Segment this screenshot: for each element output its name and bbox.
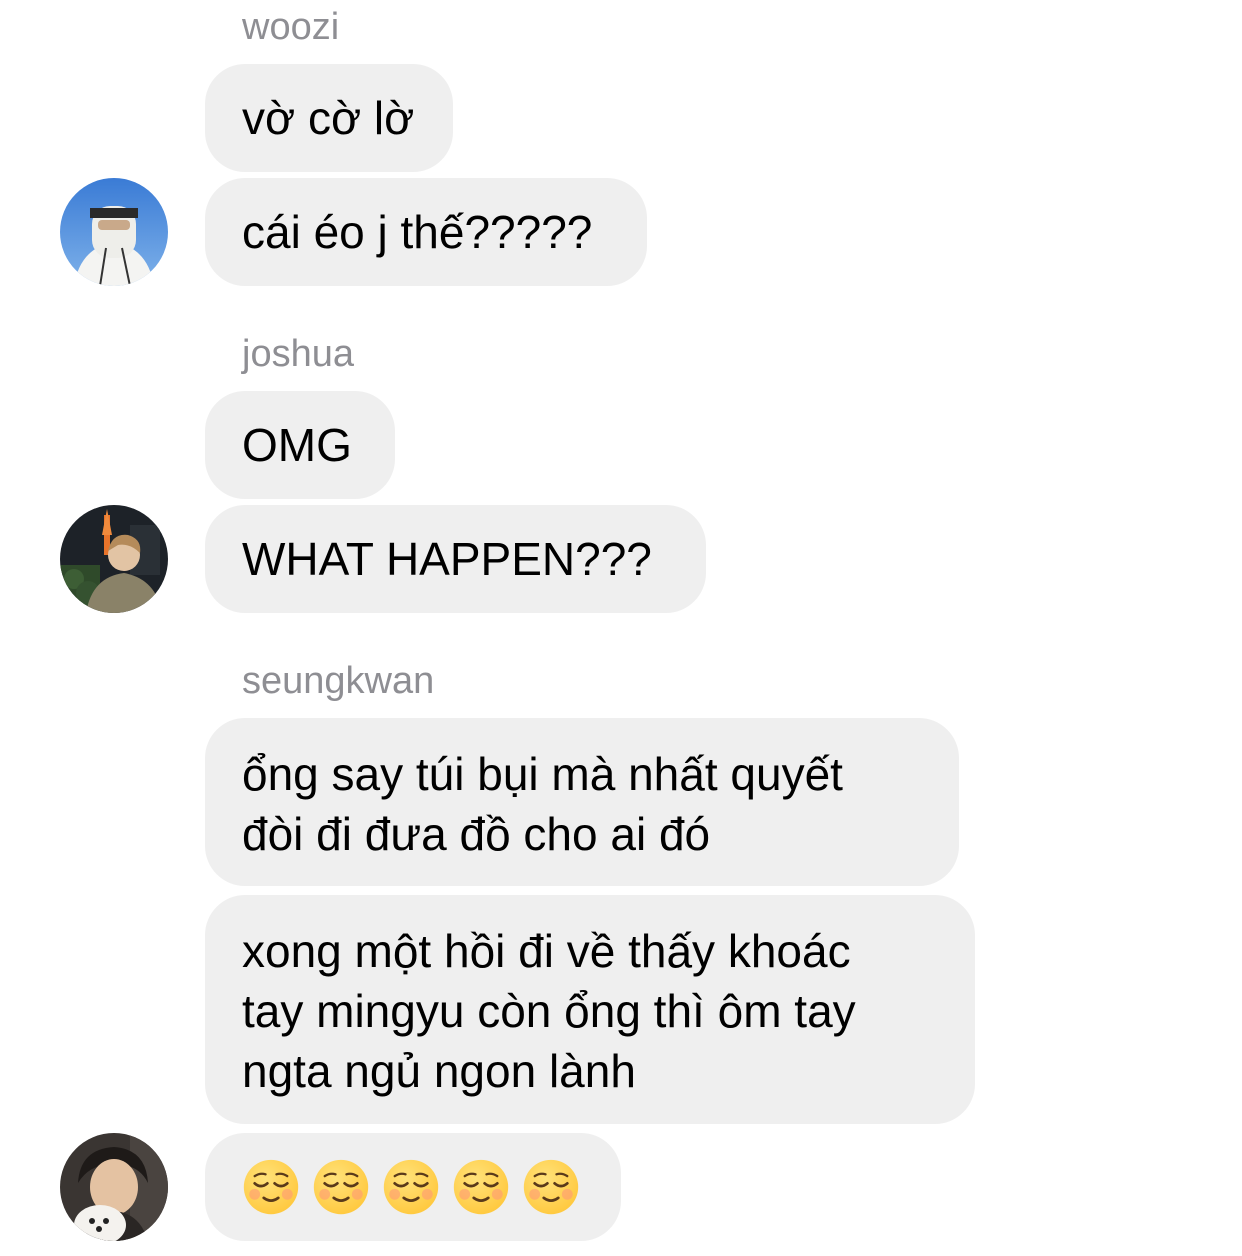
message-bubble[interactable] xyxy=(205,1133,621,1241)
message-bubble[interactable]: OMG xyxy=(205,391,395,499)
emoji-row xyxy=(242,1158,580,1216)
seungkwan-avatar[interactable] xyxy=(60,1133,168,1241)
message-bubble[interactable]: vờ cờ lờ xyxy=(205,64,453,172)
sender-name-seungkwan: seungkwan xyxy=(242,660,435,702)
woozi-avatar[interactable] xyxy=(60,178,168,286)
message-bubble[interactable]: xong một hồi đi về thấy khoác tay mingyu… xyxy=(205,895,975,1124)
message-bubble[interactable]: cái éo j thế????? xyxy=(205,178,647,286)
smiling-face-emoji xyxy=(243,1159,299,1215)
smiling-face-emoji xyxy=(523,1159,579,1215)
joshua-avatar[interactable] xyxy=(60,505,168,613)
sender-name-woozi: woozi xyxy=(242,6,340,48)
smiling-face-emoji xyxy=(313,1159,369,1215)
message-bubble[interactable]: WHAT HAPPEN??? xyxy=(205,505,706,613)
sender-name-joshua: joshua xyxy=(242,333,354,375)
smiling-face-emoji xyxy=(383,1159,439,1215)
message-bubble[interactable]: ổng say túi bụi mà nhất quyết đòi đi đưa… xyxy=(205,718,959,886)
smiling-face-emoji xyxy=(453,1159,509,1215)
